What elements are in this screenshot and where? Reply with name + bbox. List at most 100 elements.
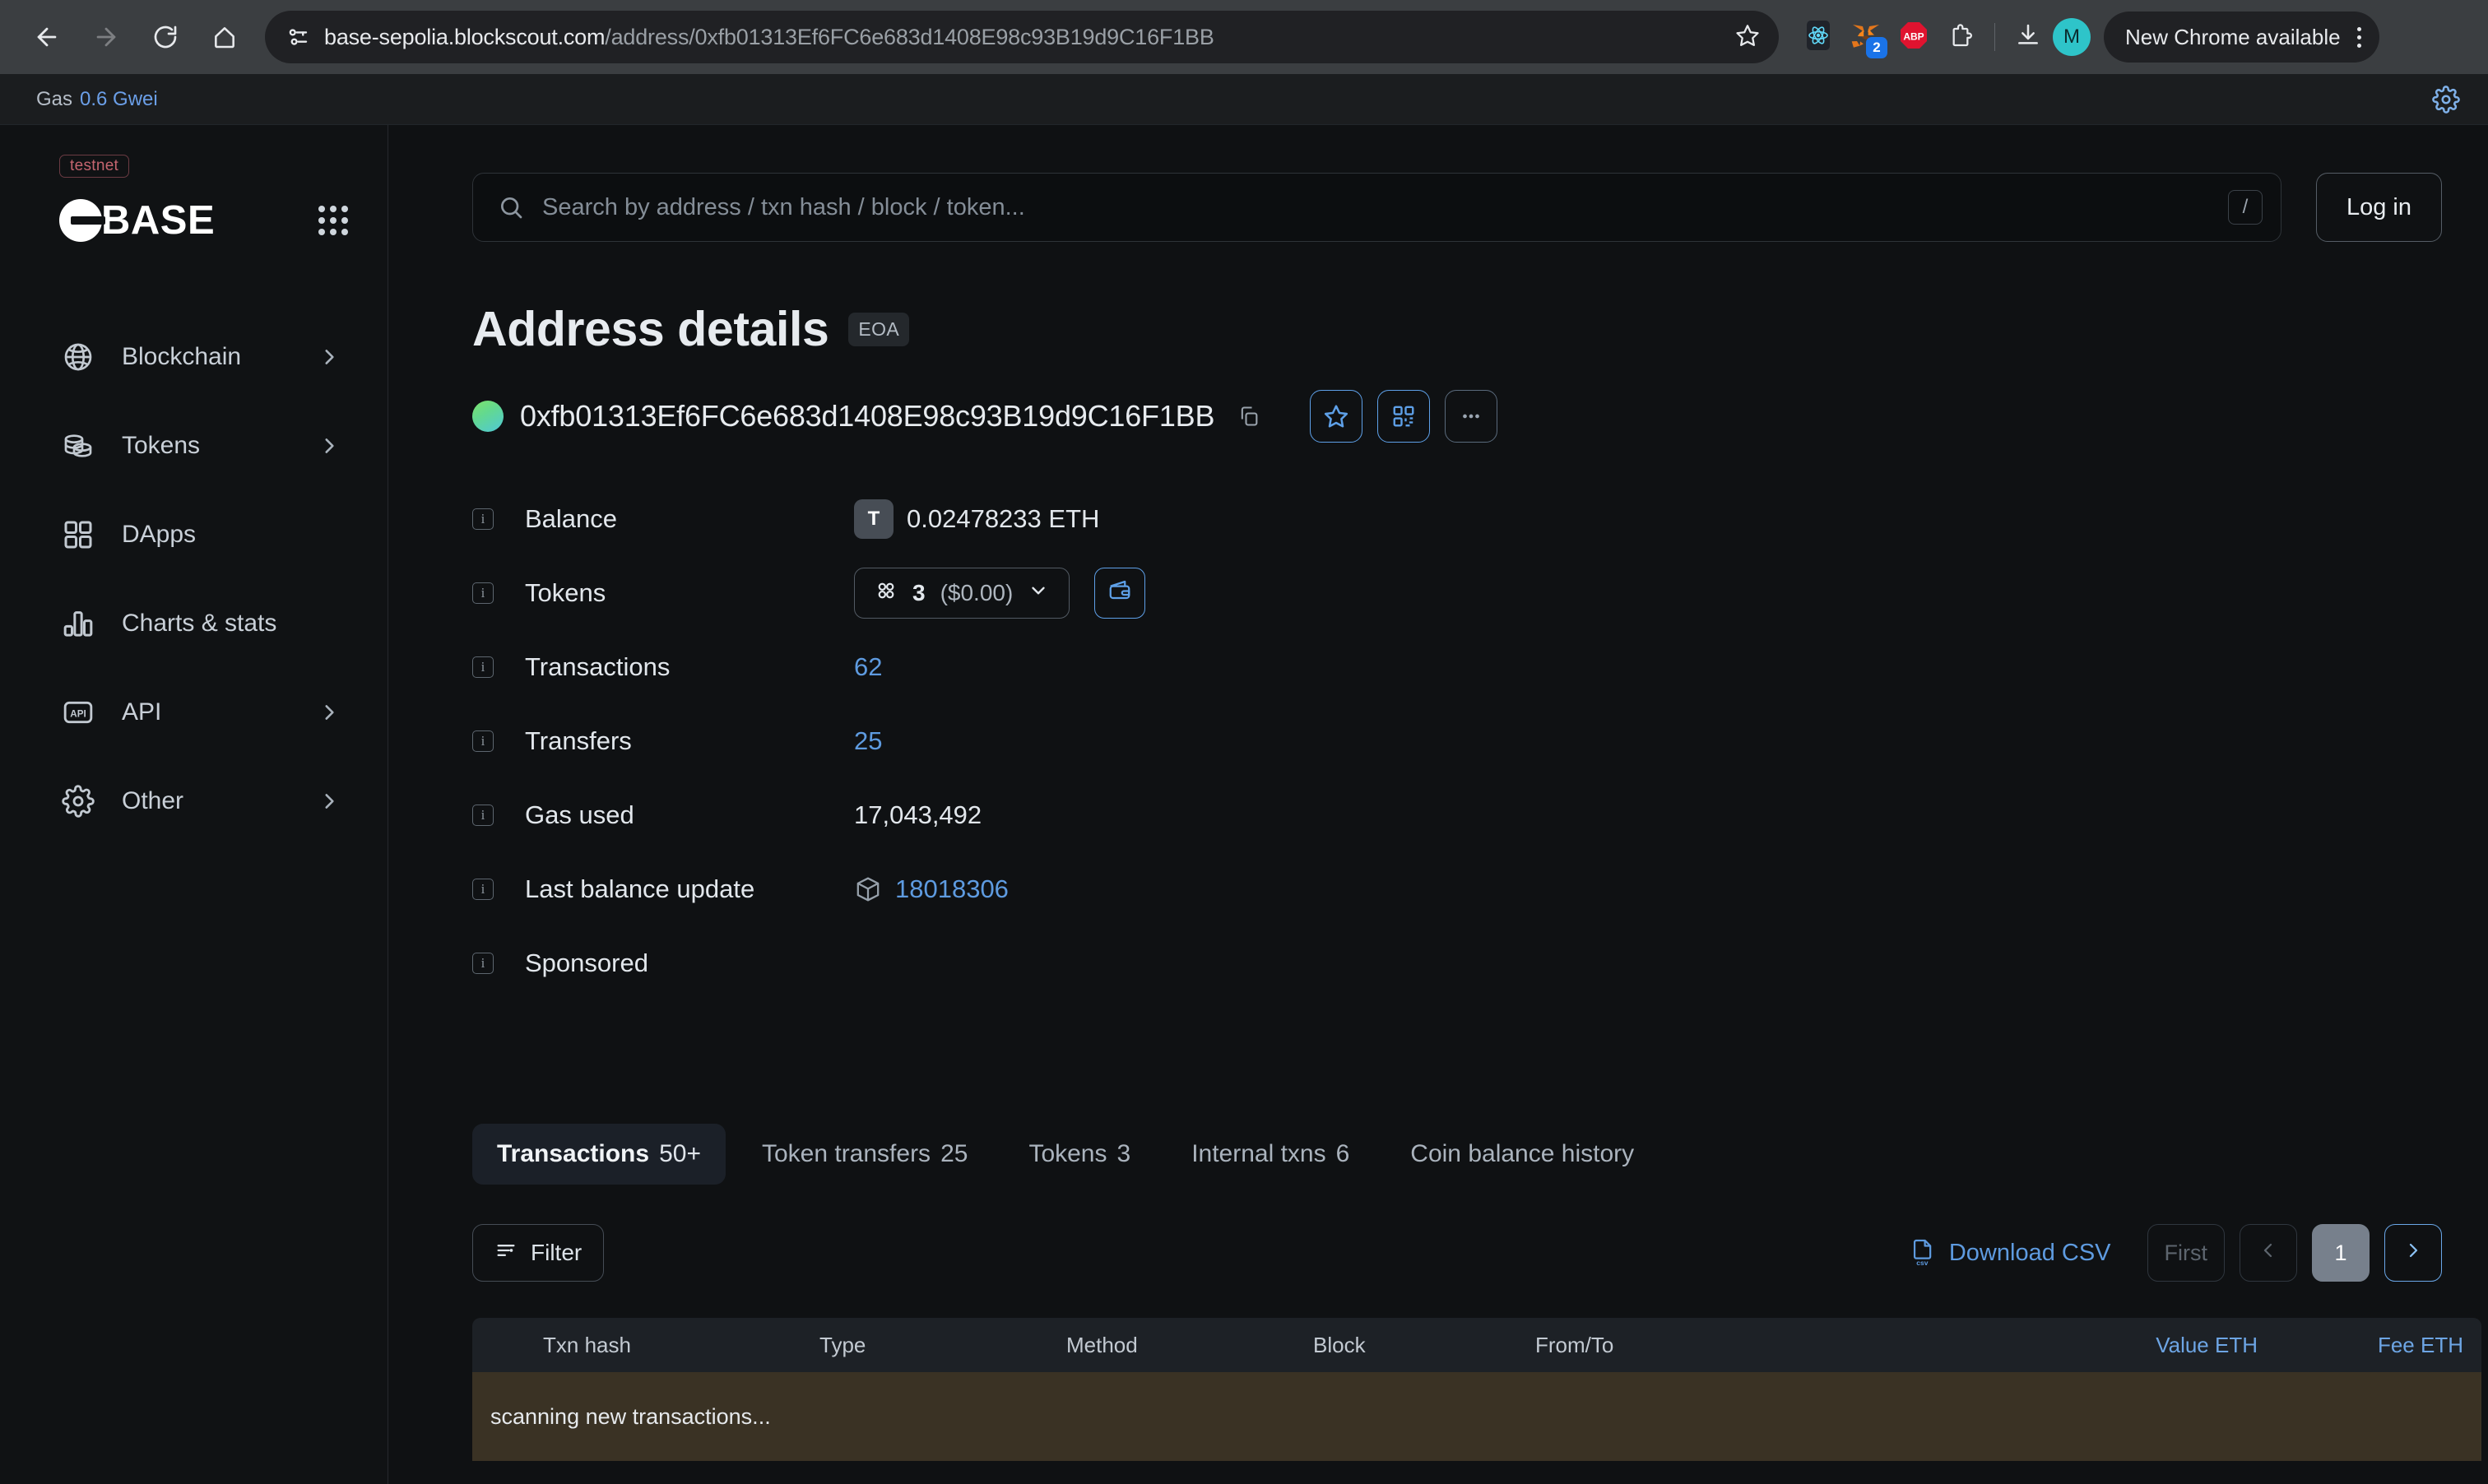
wallet-icon xyxy=(1107,577,1132,609)
reload-icon xyxy=(152,24,179,50)
page-title-row: Address details EOA xyxy=(472,301,2442,357)
body-layout: testnet BASE Blockchain Tokens DApps Cha… xyxy=(0,125,2488,1484)
sidebar-item-dapps[interactable]: DApps xyxy=(0,490,388,579)
extensions-puzzle-button[interactable] xyxy=(1938,14,1984,60)
url-text: base-sepolia.blockscout.com/address/0xfb… xyxy=(319,25,1724,50)
login-button[interactable]: Log in xyxy=(2315,173,2442,242)
info-icon[interactable]: i xyxy=(472,582,494,604)
sidebar-item-charts-stats[interactable]: Charts & stats xyxy=(0,579,388,668)
info-icon[interactable]: i xyxy=(472,730,494,752)
pagination-prev-button[interactable] xyxy=(2240,1224,2297,1282)
download-csv-button[interactable]: csv Download CSV xyxy=(1910,1239,2111,1267)
sidebar-item-label: Other xyxy=(122,787,184,814)
apps-grid-icon[interactable] xyxy=(318,206,348,235)
detail-label: Last balance update xyxy=(525,874,755,903)
search-placeholder: Search by address / txn hash / block / t… xyxy=(542,193,1025,220)
more-options-button[interactable] xyxy=(1445,390,1498,443)
tab-coin-balance-history[interactable]: Coin balance history xyxy=(1386,1124,1659,1185)
transactions-count-link[interactable]: 62 xyxy=(854,652,882,682)
filter-button[interactable]: Filter xyxy=(472,1224,605,1282)
search-input[interactable]: Search by address / txn hash / block / t… xyxy=(472,173,2281,242)
address-bar[interactable]: base-sepolia.blockscout.com/address/0xfb… xyxy=(265,11,1779,63)
info-icon[interactable]: i xyxy=(472,508,494,530)
info-icon[interactable]: i xyxy=(472,656,494,678)
home-button[interactable] xyxy=(197,10,252,64)
search-shortcut-key: / xyxy=(2227,190,2263,225)
sidebar-item-blockchain[interactable]: Blockchain xyxy=(0,313,388,401)
detail-row-transactions: i Transactions 62 xyxy=(472,630,2442,704)
back-button[interactable] xyxy=(20,10,74,64)
bar-chart-icon xyxy=(59,605,97,642)
copy-icon[interactable] xyxy=(1237,405,1260,428)
profile-avatar[interactable]: M xyxy=(2053,18,2091,56)
pagination-next-button[interactable] xyxy=(2384,1224,2442,1282)
sidebar-item-label: Tokens xyxy=(122,432,201,459)
tab-transactions[interactable]: Transactions 50+ xyxy=(472,1124,726,1185)
site-settings-icon[interactable] xyxy=(276,16,319,58)
download-csv-label: Download CSV xyxy=(1948,1239,2111,1266)
metamask-extension-button[interactable]: 2 xyxy=(1843,14,1889,60)
pagination-first-button[interactable]: First xyxy=(2147,1224,2225,1282)
address-row: 0xfb01313Ef6FC6e683d1408E98c93B19d9C16F1… xyxy=(472,390,2442,443)
column-header-fee-eth[interactable]: Fee ETH xyxy=(2258,1333,2463,1358)
info-icon[interactable]: i xyxy=(472,953,494,974)
tab-tokens[interactable]: Tokens 3 xyxy=(1004,1124,1155,1185)
react-devtools-extension-button[interactable] xyxy=(1795,14,1841,60)
adblock-plus-extension-button[interactable]: ABP xyxy=(1891,14,1937,60)
info-icon[interactable]: i xyxy=(472,805,494,826)
gas-used-value: 17,043,492 xyxy=(854,800,982,829)
reload-button[interactable] xyxy=(138,10,193,64)
wallet-button[interactable] xyxy=(1094,568,1146,619)
sidebar-item-tokens[interactable]: Tokens xyxy=(0,401,388,490)
pagination-current-page[interactable]: 1 xyxy=(2312,1224,2370,1282)
gas-value[interactable]: 0.6 Gwei xyxy=(80,88,158,111)
detail-value: 17,043,492 xyxy=(854,800,982,830)
detail-value: 18018306 xyxy=(854,874,1009,904)
chrome-update-button[interactable]: New Chrome available xyxy=(2104,12,2379,63)
info-icon[interactable]: i xyxy=(472,879,494,900)
sidebar-item-api[interactable]: API API xyxy=(0,668,388,757)
tab-token-transfers[interactable]: Token transfers 25 xyxy=(737,1124,992,1185)
table-row[interactable]: i 0xf874235a22...af82 Token transfer Suc… xyxy=(472,1461,2481,1484)
column-header-type: Type xyxy=(819,1332,866,1357)
chevron-right-icon xyxy=(318,791,340,812)
column-header-value-eth[interactable]: Value ETH xyxy=(2044,1333,2258,1358)
column-header-from-to: From/To xyxy=(1535,1332,1614,1357)
base-logo[interactable]: BASE xyxy=(59,197,215,243)
gear-icon[interactable] xyxy=(2432,85,2460,114)
tab-internal-txns[interactable]: Internal txns 6 xyxy=(1167,1124,1374,1185)
svg-text:API: API xyxy=(70,709,86,720)
bookmark-button[interactable] xyxy=(1724,14,1771,60)
last-balance-block-link[interactable]: 18018306 xyxy=(895,874,1009,904)
balance-amount: 0.02478233 ETH xyxy=(907,504,1100,533)
tokens-grid-icon xyxy=(875,579,898,608)
detail-label: Tokens xyxy=(525,578,606,607)
sidebar-item-other[interactable]: Other xyxy=(0,757,388,846)
address-value[interactable]: 0xfb01313Ef6FC6e683d1408E98c93B19d9C16F1… xyxy=(520,399,1214,434)
detail-label: Sponsored xyxy=(525,948,648,977)
filter-label: Filter xyxy=(531,1240,583,1265)
detail-row-last-balance-update: i Last balance update 18018306 xyxy=(472,852,2442,926)
chrome-menu-icon[interactable] xyxy=(2352,26,2366,48)
tokens-count: 3 xyxy=(912,580,926,605)
svg-text:ABP: ABP xyxy=(1903,30,1924,42)
forward-button[interactable] xyxy=(79,10,133,64)
brand-block: testnet BASE xyxy=(0,155,388,243)
detail-row-gas-used: i Gas used 17,043,492 xyxy=(472,778,2442,852)
qr-code-button[interactable] xyxy=(1377,390,1431,443)
sidebar-item-label: Charts & stats xyxy=(122,610,277,637)
coins-icon xyxy=(59,427,97,465)
table-toolbar: Filter csv Download CSV First 1 xyxy=(472,1224,2442,1282)
favorite-button[interactable] xyxy=(1310,390,1363,443)
tab-label: Transactions xyxy=(497,1140,650,1167)
chevron-down-icon xyxy=(1028,580,1049,607)
detail-value: T 0.02478233 ETH xyxy=(854,499,1099,539)
downloads-button[interactable] xyxy=(2005,14,2051,60)
table-header-row: Txn hash Type Method Block From/To Value… xyxy=(472,1318,2481,1372)
transfers-count-link[interactable]: 25 xyxy=(854,726,882,756)
chevron-right-icon xyxy=(2403,1241,2423,1266)
transactions-table: Txn hash Type Method Block From/To Value… xyxy=(472,1318,2481,1484)
grid-squares-icon xyxy=(59,516,97,554)
toolbar-divider xyxy=(1994,23,1995,51)
tokens-dropdown[interactable]: 3 ($0.00) xyxy=(854,568,1070,619)
